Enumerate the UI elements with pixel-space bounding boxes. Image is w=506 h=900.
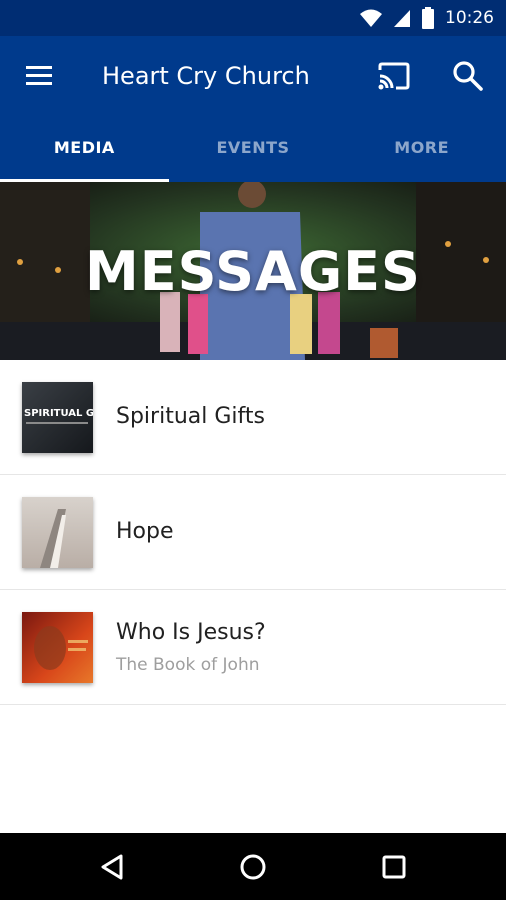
menu-icon <box>26 66 52 85</box>
tab-bar: MEDIA EVENTS MORE <box>0 116 506 182</box>
search-button[interactable] <box>450 58 486 94</box>
status-bar: 10:26 <box>0 0 506 36</box>
back-icon <box>101 854 123 880</box>
app-bar: Heart Cry Church <box>0 36 506 116</box>
series-thumbnail: SPIRITUAL GIF <box>22 382 93 453</box>
item-title: Spiritual Gifts <box>116 404 265 429</box>
item-title: Who Is Jesus? <box>116 620 266 645</box>
home-icon <box>240 854 266 880</box>
menu-button[interactable] <box>22 60 56 92</box>
recents-button[interactable] <box>378 851 410 883</box>
list-item[interactable]: SPIRITUAL GIF Spiritual Gifts <box>0 360 506 475</box>
hero-title: MESSAGES <box>85 240 421 303</box>
tab-media[interactable]: MEDIA <box>0 116 169 182</box>
wifi-icon <box>360 9 382 27</box>
tab-events[interactable]: EVENTS <box>169 116 338 182</box>
system-nav-bar <box>0 833 506 900</box>
battery-icon <box>422 7 434 29</box>
cast-icon <box>378 62 410 90</box>
messages-banner[interactable]: MESSAGES <box>0 182 506 360</box>
search-icon <box>453 61 483 91</box>
list-item[interactable]: Hope <box>0 475 506 590</box>
list-item[interactable]: Who Is Jesus? The Book of John <box>0 590 506 705</box>
cast-button[interactable] <box>375 60 413 92</box>
message-list: SPIRITUAL GIF Spiritual Gifts Hope Who I… <box>0 360 506 705</box>
tab-more[interactable]: MORE <box>337 116 506 182</box>
app-title: Heart Cry Church <box>102 62 310 90</box>
cell-signal-icon <box>394 10 410 27</box>
recents-icon <box>382 855 406 879</box>
item-title: Hope <box>116 519 174 544</box>
status-time: 10:26 <box>445 8 494 28</box>
thumbnail-text: SPIRITUAL GIF <box>24 408 93 419</box>
home-button[interactable] <box>237 851 269 883</box>
item-subtitle: The Book of John <box>116 655 260 675</box>
series-thumbnail <box>22 497 93 568</box>
back-button[interactable] <box>97 851 129 883</box>
series-thumbnail <box>22 612 93 683</box>
